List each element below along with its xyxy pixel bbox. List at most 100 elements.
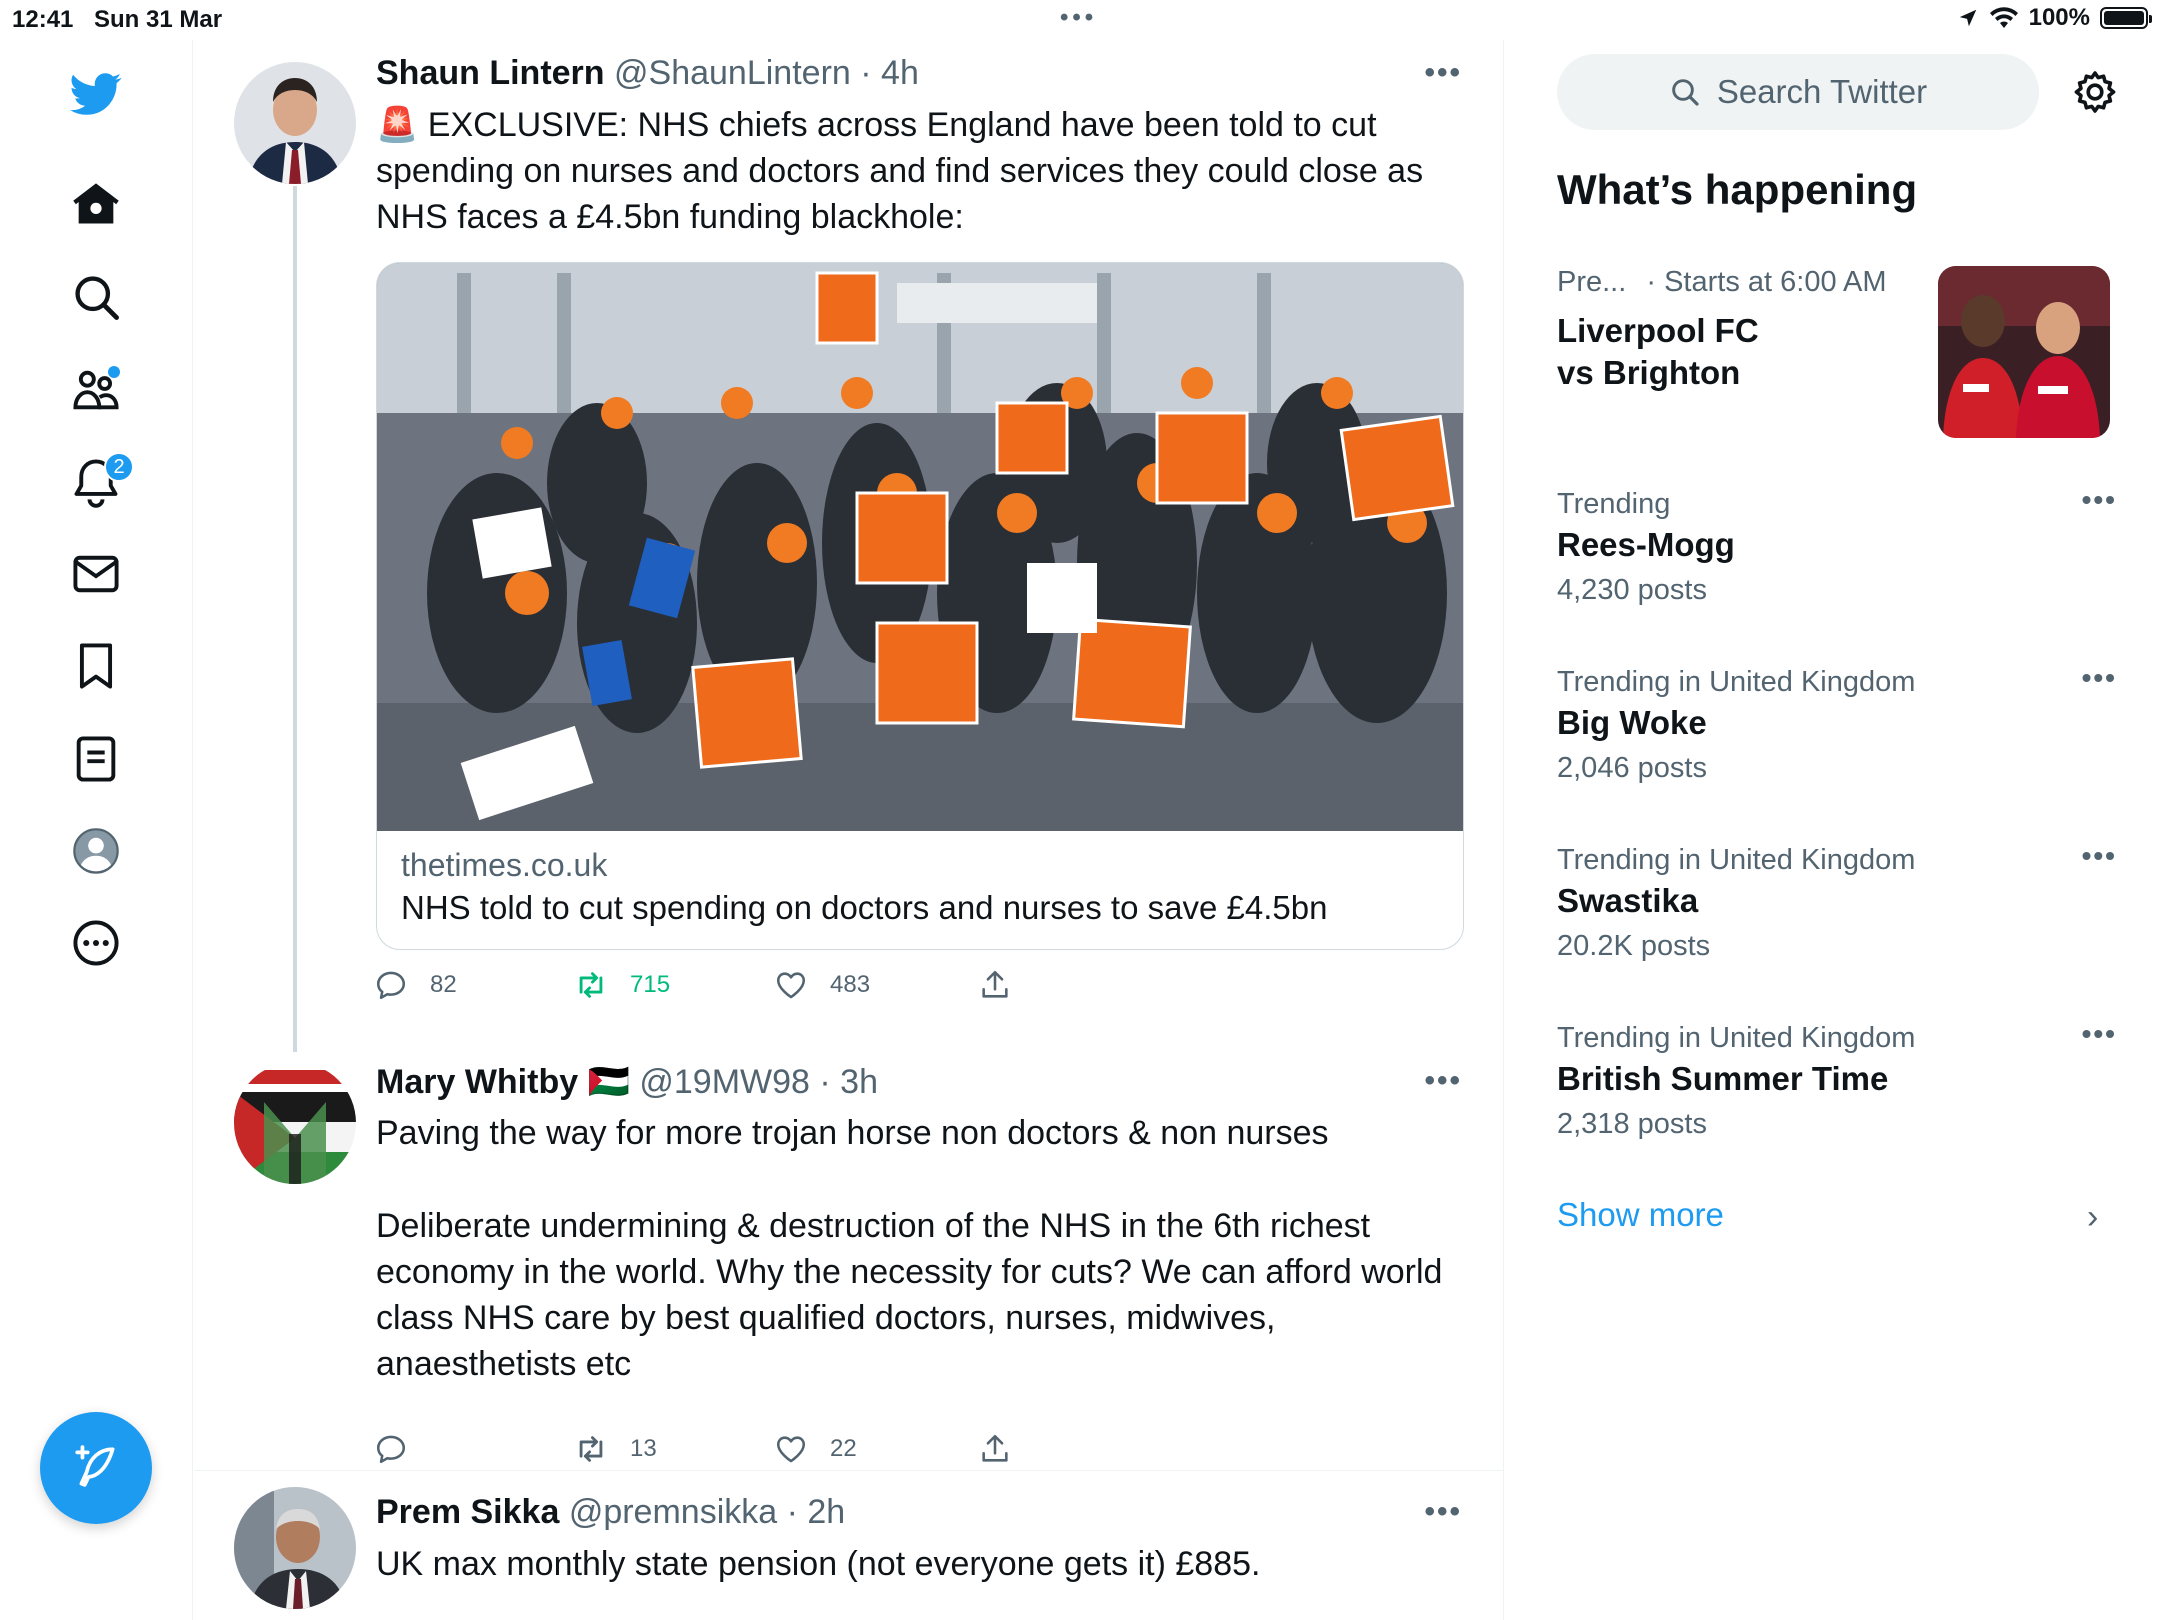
tweet-more-icon[interactable]: ••• — [1424, 1495, 1462, 1529]
retweet-button[interactable]: 13 — [574, 1432, 657, 1466]
trend-more-icon[interactable]: ••• — [2082, 840, 2117, 872]
timeline: Shaun Lintern @ShaunLintern · 4h ••• 🚨 E… — [194, 40, 1504, 1620]
trend-more-icon[interactable]: ••• — [2082, 484, 2117, 516]
link-card[interactable]: thetimes.co.uk NHS told to cut spending … — [376, 262, 1464, 950]
trend-context: Trending — [1557, 488, 1671, 520]
status-bar: 12:41 Sun 31 Mar ••• 100% — [0, 0, 2160, 40]
search-icon — [1672, 79, 1699, 106]
event-start-time: · Starts at 6:00 AM — [1646, 266, 1887, 298]
trend-title: British Summer Time — [1557, 1060, 1889, 1097]
trend-title: Big Woke — [1557, 704, 1707, 741]
reply-button[interactable] — [374, 1432, 430, 1466]
search-placeholder: Search Twitter — [1716, 73, 1928, 110]
trend-more-icon[interactable]: ••• — [2082, 1018, 2117, 1050]
author-handle[interactable]: @19MW98 — [639, 1063, 810, 1101]
author-handle[interactable]: @premnsikka — [569, 1493, 777, 1531]
trend-item-big-woke[interactable]: Trending in United Kingdom Big Woke 2,04… — [1557, 662, 2117, 788]
author-name[interactable]: Shaun Lintern — [376, 54, 605, 92]
compose-feather-icon — [75, 1445, 115, 1487]
like-count: 22 — [830, 1435, 857, 1462]
battery-percent: 100% — [2028, 4, 2090, 31]
profile-icon[interactable] — [50, 805, 142, 897]
tweet-time[interactable]: · 2h — [787, 1493, 846, 1531]
more-options-icon[interactable] — [50, 897, 142, 989]
communities-dot-badge — [108, 366, 120, 378]
home-icon[interactable] — [50, 158, 142, 250]
show-more-link[interactable]: Show more — [1557, 1196, 1724, 1234]
twitter-logo-icon[interactable] — [50, 48, 142, 140]
avatar[interactable] — [234, 1487, 356, 1609]
compose-tweet-button[interactable] — [40, 1412, 152, 1524]
trend-context: Trending in United Kingdom — [1557, 666, 1916, 698]
trend-item-rees-mogg[interactable]: Trending Rees-Mogg 4,230 posts ••• — [1557, 484, 2117, 610]
right-sidebar: Search Twitter What’s happening Pre... ·… — [1505, 40, 2160, 1620]
tweet-header: Mary Whitby 🇵🇸 @19MW98 · 3h — [376, 1062, 878, 1102]
tweet-more-icon[interactable]: ••• — [1424, 56, 1462, 90]
location-icon — [1959, 9, 1976, 27]
event-context: Pre... · Starts at 6:00 AM — [1557, 262, 1947, 302]
tweet-text: 🚨 EXCLUSIVE: NHS chiefs across England h… — [376, 106, 1424, 236]
card-image-protest — [377, 263, 1463, 831]
like-button[interactable]: 22 — [774, 1432, 857, 1466]
sidebar-nav: 2 — [0, 40, 193, 1620]
trend-item-british-summer-time[interactable]: Trending in United Kingdom British Summe… — [1557, 1018, 2117, 1144]
trend-title: Rees-Mogg — [1557, 526, 1735, 563]
trend-count: 4,230 posts — [1557, 574, 1707, 606]
tweet-prem-sikka[interactable]: Prem Sikka @premnsikka · 2h ••• UK max m… — [194, 1471, 1503, 1620]
author-handle[interactable]: @ShaunLintern — [614, 54, 851, 92]
retweet-count: 715 — [630, 971, 671, 998]
status-time: 12:41 — [12, 6, 74, 33]
tweet-header: Shaun Lintern @ShaunLintern · 4h — [376, 54, 919, 93]
trend-title: Swastika — [1557, 882, 1699, 919]
heart-icon — [776, 1436, 806, 1463]
tweet-more-icon[interactable]: ••• — [1424, 1064, 1462, 1098]
trend-context: Trending in United Kingdom — [1557, 1022, 1916, 1054]
reply-button[interactable]: 82 — [374, 968, 457, 1002]
communities-icon[interactable] — [50, 344, 142, 436]
retweet-button[interactable]: 715 — [574, 968, 670, 1002]
share-icon — [982, 1434, 1008, 1462]
event-liverpool-vs-brighton[interactable]: Pre... · Starts at 6:00 AM Liverpool FC … — [1557, 262, 1947, 394]
settings-gear-icon[interactable] — [2071, 68, 2119, 116]
messages-icon[interactable] — [50, 528, 142, 620]
notifications-icon[interactable]: 2 — [50, 436, 142, 528]
tweet-text: UK max monthly state pension (not everyo… — [376, 1545, 1261, 1583]
tweet-time[interactable]: · 4h — [860, 54, 919, 92]
trend-count: 2,318 posts — [1557, 1108, 1707, 1140]
event-category: Pre... — [1557, 266, 1627, 298]
tweet-header: Prem Sikka @premnsikka · 2h — [376, 1493, 845, 1532]
status-date: Sun 31 Mar — [94, 6, 223, 33]
share-button[interactable] — [978, 968, 1012, 1002]
trend-more-icon[interactable]: ••• — [2082, 662, 2117, 694]
reply-count: 82 — [430, 971, 457, 998]
battery-icon — [2100, 7, 2152, 29]
tweet-shaun-lintern[interactable]: Shaun Lintern @ShaunLintern · 4h ••• 🚨 E… — [194, 40, 1503, 1052]
wifi-icon — [1989, 7, 2018, 28]
reply-icon — [376, 1435, 406, 1464]
search-icon[interactable] — [50, 251, 142, 343]
reply-icon — [376, 971, 406, 1000]
card-title: NHS told to cut spending on doctors and … — [401, 889, 1328, 926]
avatar[interactable] — [234, 62, 356, 184]
like-button[interactable]: 483 — [774, 968, 870, 1002]
trend-item-swastika[interactable]: Trending in United Kingdom Swastika 20.2… — [1557, 840, 2117, 966]
tweet-text-paragraph-2: Deliberate undermining & destruction of … — [376, 1207, 1443, 1383]
event-title: Liverpool FC vs Brighton — [1557, 312, 1759, 391]
author-name[interactable]: Mary Whitby 🇵🇸 — [376, 1063, 630, 1101]
author-name[interactable]: Prem Sikka — [376, 1493, 559, 1531]
tweet-mary-whitby[interactable]: Mary Whitby 🇵🇸 @19MW98 · 3h ••• Paving t… — [194, 1050, 1503, 1474]
avatar[interactable] — [234, 1062, 356, 1184]
share-button[interactable] — [978, 1432, 1012, 1466]
thread-line — [293, 186, 297, 1052]
bookmarks-icon[interactable] — [50, 620, 142, 712]
tweet-actions: 82 715 483 — [374, 968, 1074, 1012]
lists-icon[interactable] — [50, 713, 142, 805]
status-right: 100% — [1957, 4, 2152, 32]
share-icon — [982, 970, 1008, 998]
tweet-time[interactable]: · 3h — [819, 1063, 878, 1101]
retweet-icon — [579, 1436, 603, 1462]
multitasking-handle[interactable]: ••• — [1060, 4, 1097, 32]
search-input[interactable]: Search Twitter — [1557, 54, 2039, 130]
trend-count: 2,046 posts — [1557, 752, 1707, 784]
event-thumbnail[interactable] — [1938, 266, 2110, 438]
